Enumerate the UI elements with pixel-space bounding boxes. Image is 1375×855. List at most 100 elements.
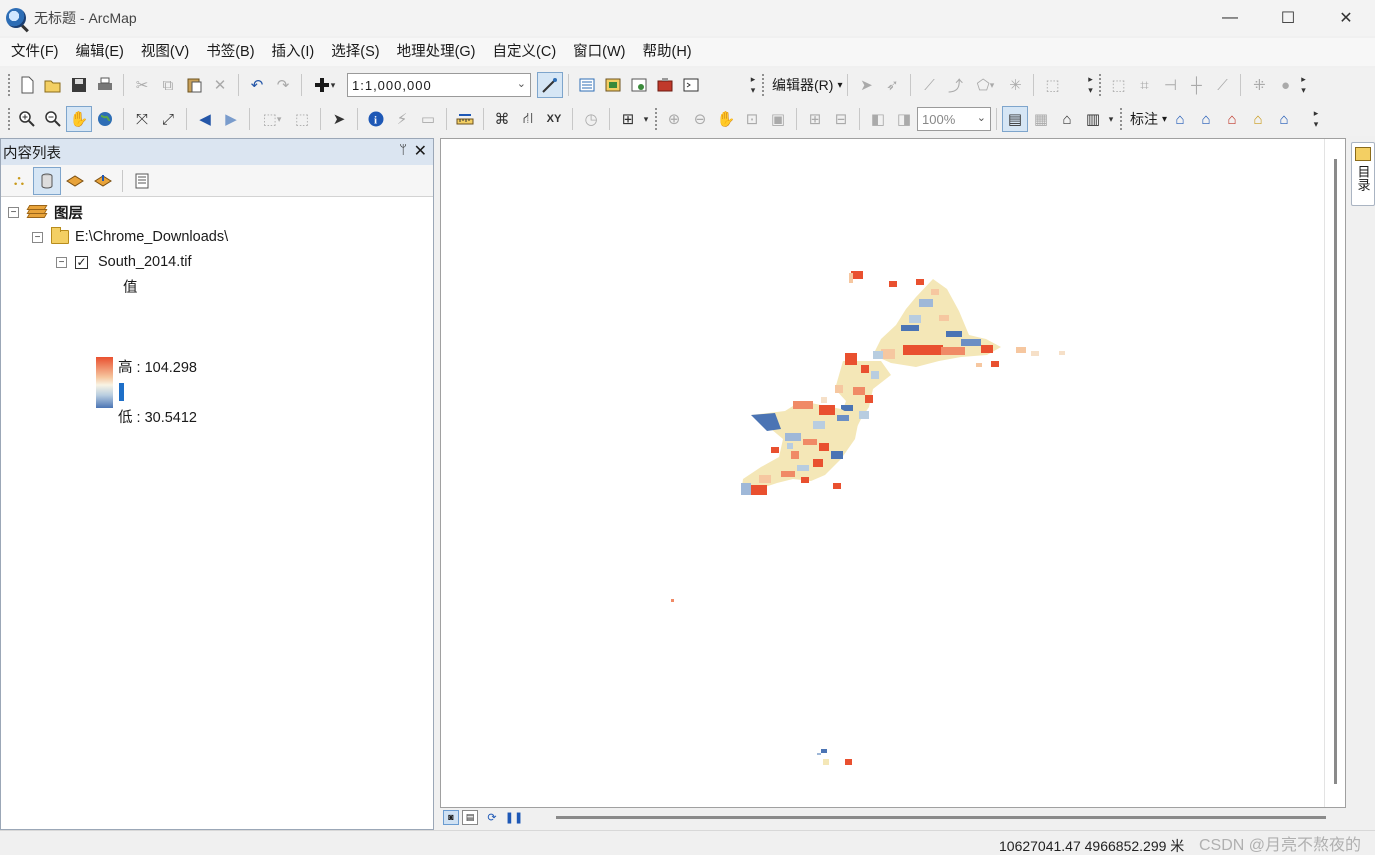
sphere-icon[interactable]: ● <box>1272 72 1298 98</box>
layer-visibility-checkbox[interactable]: ✓ <box>75 255 88 269</box>
measure-icon[interactable] <box>452 106 478 132</box>
catalog-window-icon[interactable] <box>600 72 626 98</box>
search-window-icon[interactable] <box>626 72 652 98</box>
menu-view[interactable]: 视图(V) <box>134 38 196 66</box>
menu-windows[interactable]: 窗口(W) <box>566 38 632 66</box>
python-window-icon[interactable] <box>678 72 704 98</box>
copy-icon[interactable]: ⧉ <box>155 72 181 98</box>
tree-node-layers[interactable]: − 图层 <box>8 201 83 223</box>
end-point-arc-icon[interactable]: ⤴ <box>942 72 968 98</box>
select-features-icon[interactable]: ⬚ ▾ <box>255 106 289 132</box>
toolbar-grip[interactable] <box>761 73 765 97</box>
edit-tool-icon[interactable]: ➤ <box>853 72 879 98</box>
html-popup-icon[interactable]: ▭ <box>415 106 441 132</box>
pause-labeling-icon[interactable]: ⌂ <box>1245 106 1271 132</box>
zoom-100-icon[interactable]: ▣ <box>765 106 791 132</box>
table-of-contents-icon[interactable] <box>574 72 600 98</box>
list-by-drawing-order-icon[interactable]: ⛬ <box>5 167 33 195</box>
unplaced-labels-icon[interactable]: ⌂ <box>1193 106 1219 132</box>
identify-icon[interactable]: i <box>363 106 389 132</box>
menu-geoprocessing[interactable]: 地理处理(G) <box>390 38 483 66</box>
toolbar-grip[interactable] <box>654 107 658 131</box>
zoom-whole-page-icon[interactable]: ⊡ <box>739 106 765 132</box>
toolbar-overflow-icon[interactable]: ▸ ▾ <box>1311 106 1321 132</box>
tree-node-raster-layer[interactable]: − ✓ South_2014.tif <box>56 251 192 273</box>
label-priority-icon[interactable]: ⌂ <box>1271 106 1297 132</box>
pause-drawing-icon[interactable]: ❚❚ <box>505 810 523 825</box>
lock-labels-icon[interactable]: ⌂ <box>1219 106 1245 132</box>
menu-help[interactable]: 帮助(H) <box>636 38 699 66</box>
options-icon[interactable] <box>128 167 156 195</box>
data-view-button[interactable]: ◙ <box>443 809 459 825</box>
find-route-icon[interactable]: ⛙ <box>515 106 541 132</box>
menu-insert[interactable]: 插入(I) <box>265 38 322 66</box>
label-manager-icon[interactable]: ⌂ <box>1167 106 1193 132</box>
fixed-zoom-out-layout-icon[interactable]: ⊟ <box>828 106 854 132</box>
collapse-icon[interactable]: − <box>8 206 19 218</box>
list-by-selection-icon[interactable] <box>89 167 117 195</box>
list-by-source-icon[interactable] <box>33 166 61 195</box>
vertex-icon[interactable]: ⌗ <box>1131 72 1157 98</box>
save-icon[interactable] <box>66 72 92 98</box>
minimize-button[interactable]: — <box>1201 0 1259 36</box>
fixed-zoom-out-icon[interactable]: ⤢ <box>155 106 181 132</box>
intersect-icon[interactable]: ┼ <box>1183 72 1209 98</box>
toolbar-grip[interactable] <box>7 73 11 97</box>
legend-color-ramp[interactable] <box>96 357 113 408</box>
pin-icon[interactable]: ᛘ <box>399 142 407 157</box>
hyperlink-icon[interactable]: ⚡ <box>389 106 415 132</box>
menu-edit[interactable]: 编辑(E) <box>69 38 131 66</box>
layout-zoom-in-icon[interactable]: ⊕ <box>661 106 687 132</box>
maximize-button[interactable]: ☐ <box>1259 0 1317 36</box>
layout-zoom-combo[interactable]: 100% ⌄ <box>917 107 991 131</box>
zoom-in-icon[interactable] <box>14 106 40 132</box>
fixed-zoom-in-icon[interactable]: ⤧ <box>129 106 155 132</box>
collapse-icon[interactable]: − <box>56 256 67 268</box>
menu-bookmarks[interactable]: 书签(B) <box>199 38 261 66</box>
focus-data-frame-icon[interactable]: ▦ <box>1028 106 1054 132</box>
toolbar-overflow-icon[interactable]: ▸ ▾ <box>748 72 758 98</box>
labeling-menu[interactable]: 标注 <box>1126 109 1162 129</box>
menu-file[interactable]: 文件(F) <box>4 38 66 66</box>
next-extent-layout-icon[interactable]: ◨ <box>891 106 917 132</box>
new-document-icon[interactable] <box>14 72 40 98</box>
scatter-icon[interactable]: ⁜ <box>1246 72 1272 98</box>
undo-icon[interactable]: ↶ <box>244 72 270 98</box>
layout-zoom-out-icon[interactable]: ⊖ <box>687 106 713 132</box>
tree-node-folder[interactable]: − E:\Chrome_Downloads\ <box>32 226 228 248</box>
map-vertical-scrollbar[interactable] <box>1324 139 1345 807</box>
back-arrow-icon[interactable]: ◀ <box>192 106 218 132</box>
map-scale-combo[interactable]: 1:1,000,000 ⌄ <box>347 73 531 97</box>
trim-icon[interactable]: ⟋ <box>1209 72 1235 98</box>
add-data-icon[interactable]: ▾ <box>307 72 341 98</box>
time-slider-icon[interactable]: ◷ <box>578 106 604 132</box>
refresh-view-icon[interactable]: ⟳ <box>484 810 500 825</box>
editor-menu[interactable]: 编辑器(R) <box>768 75 837 95</box>
clear-selection-icon[interactable]: ⬚ <box>289 106 315 132</box>
toolbar-grip[interactable] <box>7 107 11 131</box>
cut-icon[interactable]: ✂ <box>129 72 155 98</box>
layout-view-button[interactable]: ▤ <box>462 809 478 825</box>
editor-toolbar-toggle-icon[interactable] <box>537 72 563 98</box>
toolbar-overflow-icon[interactable]: ▸ ▾ <box>1085 72 1095 98</box>
full-extent-globe-icon[interactable] <box>92 106 118 132</box>
change-layout-icon[interactable]: ⌂ <box>1054 106 1080 132</box>
layout-pan-icon[interactable]: ✋ <box>713 106 739 132</box>
create-viewer-window-icon[interactable]: ⊞ <box>615 106 641 132</box>
pan-hand-icon[interactable]: ✋ <box>66 106 92 132</box>
scrollbar-thumb[interactable] <box>1334 159 1337 784</box>
straight-segment-icon[interactable]: ⟋ <box>916 72 942 98</box>
data-driven-pages-icon[interactable]: ▥ <box>1080 106 1106 132</box>
delete-icon[interactable]: ✕ <box>207 72 233 98</box>
list-by-visibility-icon[interactable] <box>61 167 89 195</box>
catalog-tab[interactable]: 目录 <box>1351 142 1375 206</box>
construction-tools-icon[interactable]: ⬠ ▾ <box>968 72 1002 98</box>
split-tool-icon[interactable]: ✳ <box>1002 72 1028 98</box>
map-display[interactable] <box>440 138 1346 808</box>
snap-icon[interactable]: ⊣ <box>1157 72 1183 98</box>
redo-icon[interactable]: ↷ <box>270 72 296 98</box>
go-to-xy-icon[interactable]: XY <box>541 106 567 132</box>
toggle-draft-mode-icon[interactable]: ▤ <box>1002 106 1028 132</box>
find-binoculars-icon[interactable]: ⌘ <box>489 106 515 132</box>
previous-extent-layout-icon[interactable]: ◧ <box>865 106 891 132</box>
